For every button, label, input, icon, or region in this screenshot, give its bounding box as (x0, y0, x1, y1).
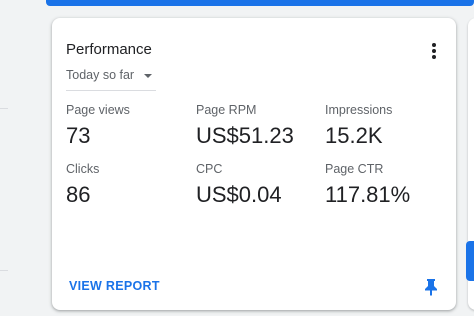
metric-page-rpm: Page RPM US$51.23 (196, 103, 294, 149)
adjacent-card-accent (466, 241, 474, 281)
metric-label: Page RPM (196, 103, 257, 117)
caret-down-icon (144, 74, 152, 78)
metric-value: US$51.23 (196, 123, 294, 148)
card-title: Performance (66, 41, 152, 58)
view-report-link[interactable]: VIEW REPORT (69, 279, 160, 293)
metric-value: 86 (66, 182, 91, 207)
metric-page-views: Page views 73 (66, 103, 130, 149)
metric-impressions: Impressions 15.2K (325, 103, 392, 149)
more-vert-icon[interactable] (426, 40, 442, 60)
performance-card: Performance Today so far Page views 73 P… (52, 18, 456, 310)
metric-label: CPC (196, 162, 223, 176)
metric-label: Page views (66, 103, 130, 117)
left-gutter (0, 0, 44, 316)
date-range-select[interactable]: Today so far (66, 66, 156, 91)
top-card-edge (46, 0, 474, 6)
metric-label: Clicks (66, 162, 100, 176)
metric-label: Impressions (325, 103, 393, 117)
divider (0, 270, 8, 271)
metric-cpc: CPC US$0.04 (196, 162, 282, 208)
metric-clicks: Clicks 86 (66, 162, 99, 208)
pin-icon[interactable] (424, 278, 438, 296)
metric-value: 73 (66, 123, 91, 148)
metric-value: 15.2K (325, 123, 383, 148)
metric-value: US$0.04 (196, 182, 282, 207)
metric-page-ctr: Page CTR 117.81% (325, 162, 410, 208)
divider (0, 108, 8, 109)
metric-label: Page CTR (325, 162, 384, 176)
metric-value: 117.81% (325, 182, 411, 207)
date-range-label: Today so far (66, 68, 135, 82)
